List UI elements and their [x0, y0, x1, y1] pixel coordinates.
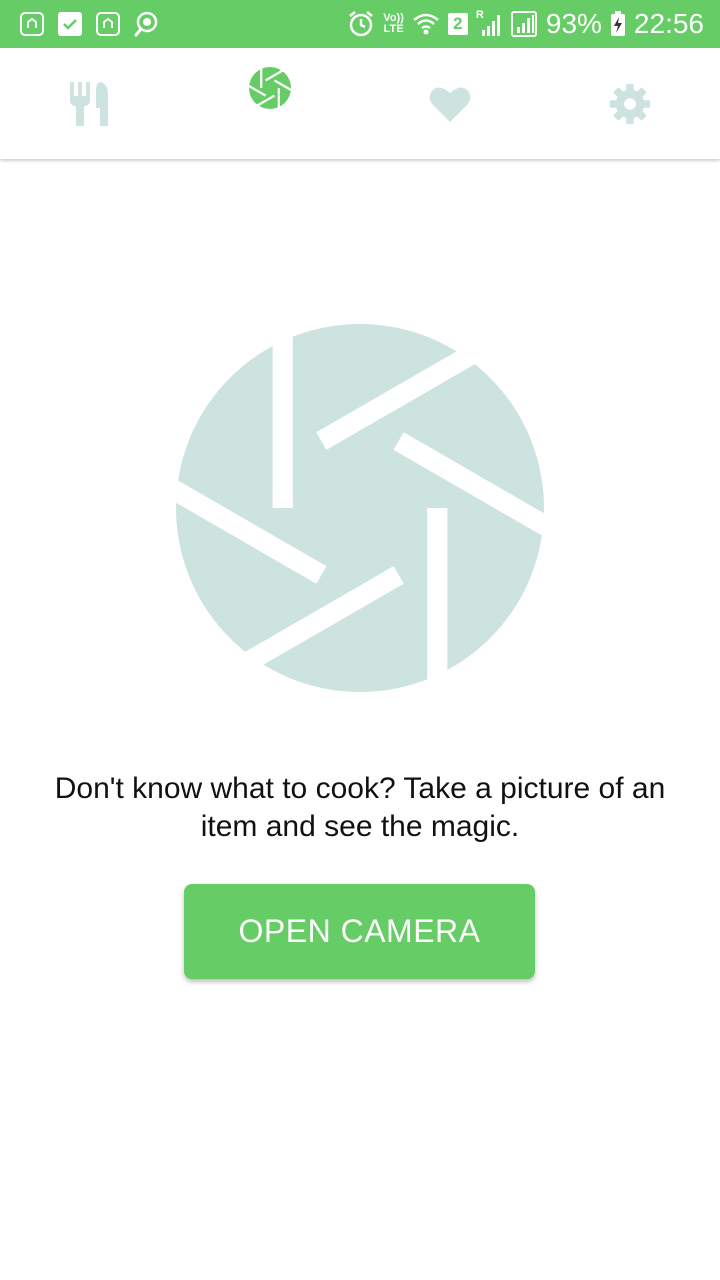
tab-settings[interactable] [540, 48, 720, 159]
alarm-icon [349, 11, 374, 37]
status-bar: Vo)) LTE 2 R 93% 22:56 [0, 0, 720, 48]
signal-roaming-indicator: R [476, 10, 502, 38]
gear-icon [609, 83, 651, 124]
app-update-icon [96, 12, 120, 36]
clock: 22:56 [633, 8, 704, 39]
app-update-icon [20, 12, 44, 36]
tab-camera[interactable] [180, 48, 360, 159]
signal-full-icon [510, 11, 537, 37]
aperture-icon [176, 324, 544, 692]
notification-icons [18, 10, 160, 38]
camera-screen: Don't know what to cook? Take a picture … [0, 160, 720, 1280]
sim-2-badge: 2 [447, 13, 468, 35]
battery-charging-icon [610, 11, 625, 36]
fork-knife-icon [70, 81, 108, 126]
search-message-icon [134, 11, 158, 37]
system-status: Vo)) LTE 2 R 93% 22:56 [347, 6, 704, 42]
tab-favorites[interactable] [360, 48, 540, 159]
signal-icon [481, 15, 500, 36]
open-camera-button[interactable]: OPEN CAMERA [184, 884, 535, 979]
wifi-icon [413, 13, 439, 35]
checkbox-icon [58, 12, 82, 36]
intro-message: Don't know what to cook? Take a picture … [54, 772, 666, 843]
tab-bar [0, 48, 720, 159]
battery-percent: 93% [545, 8, 602, 39]
heart-icon [429, 86, 471, 122]
aperture-icon [249, 67, 291, 109]
volte-indicator: Vo)) LTE [383, 12, 404, 35]
tab-food[interactable] [0, 48, 180, 159]
